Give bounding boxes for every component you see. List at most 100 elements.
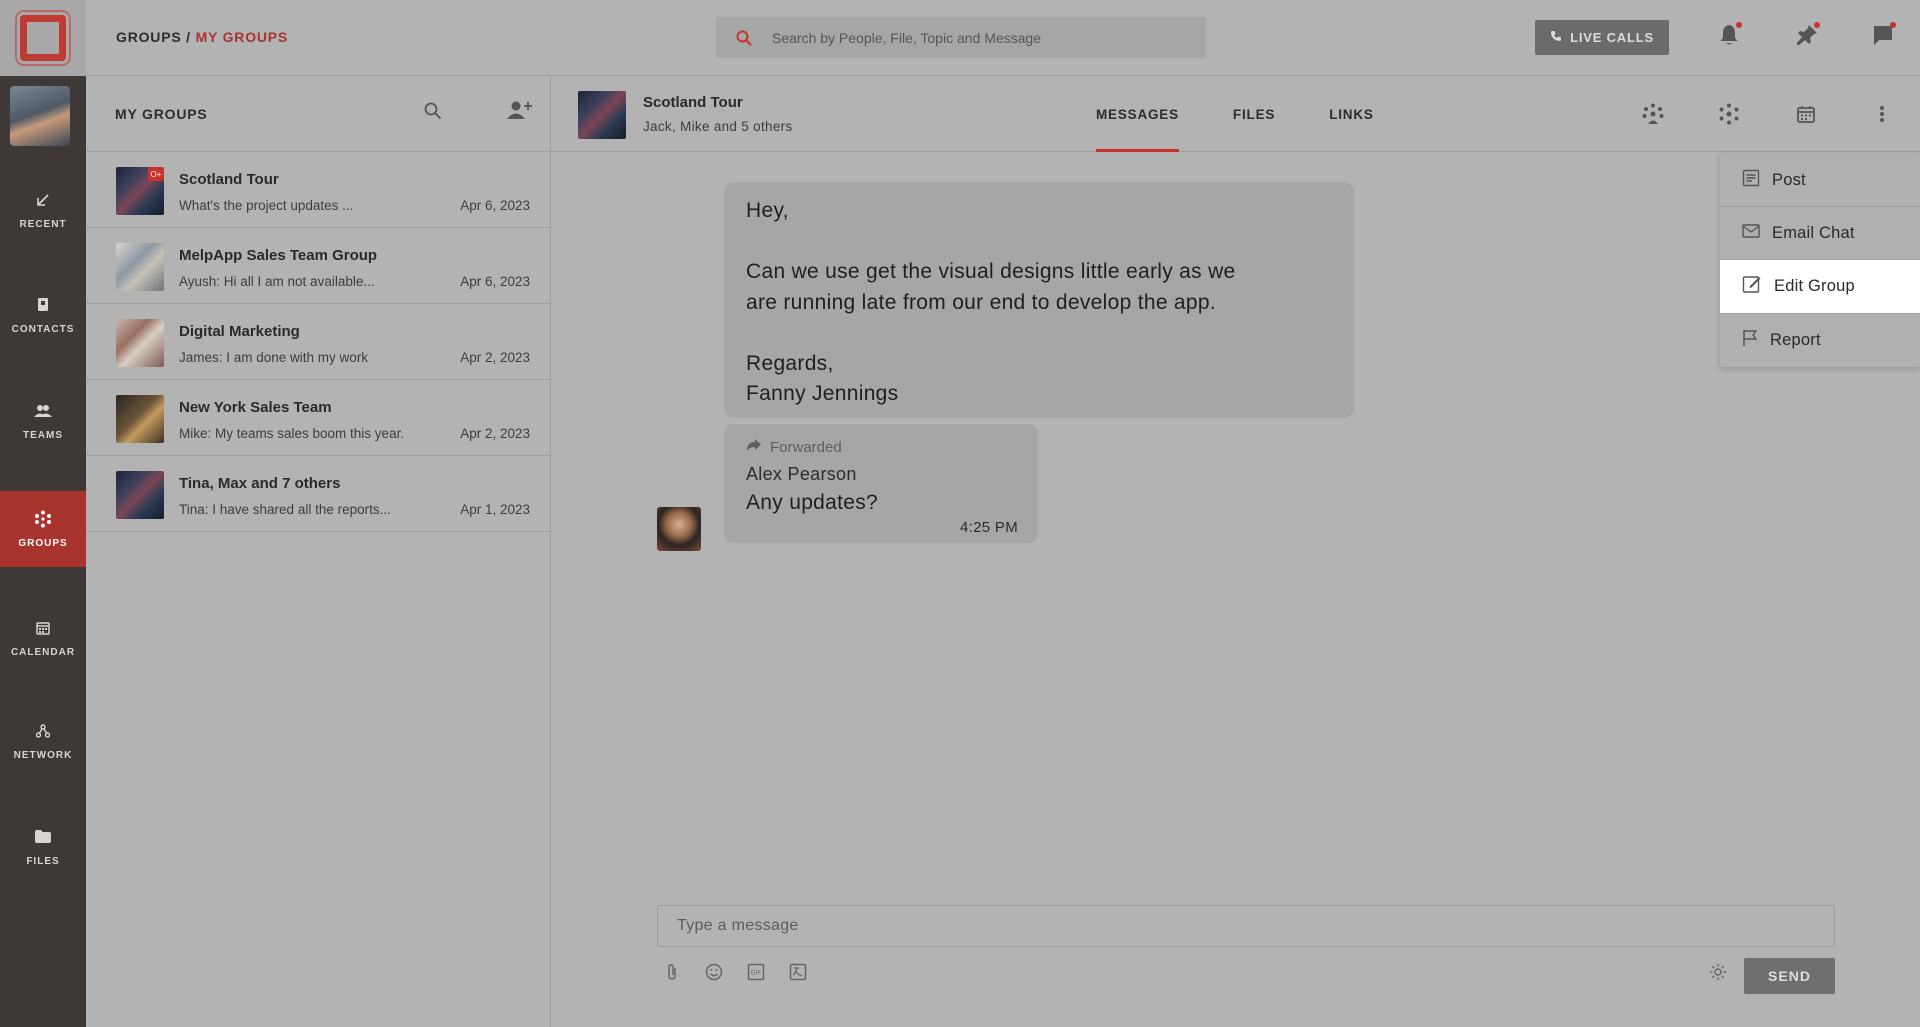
tab-links[interactable]: LINKS [1329,76,1374,152]
folder-icon [34,828,52,846]
group-thumbnail [116,395,164,443]
tab-files[interactable]: FILES [1233,76,1275,152]
left-rail: RECENT CONTACTS TEAMS GROUPS CALENDAR NE… [0,0,86,1027]
message-bubble[interactable]: Hey, Can we use get the visual designs l… [724,182,1354,418]
live-calls-button[interactable]: LIVE CALLS [1535,20,1669,55]
group-list-item[interactable]: Tina, Max and 7 others Tina: I have shar… [86,456,550,532]
menu-item-label: Email Chat [1772,223,1855,242]
more-options-menu: Post Email Chat Edit Group Report [1720,154,1920,367]
message-line: Regards, [746,351,834,375]
more-options-icon[interactable] [1870,102,1894,126]
chat-panel: Scotland Tour Jack, Mike and 5 others ME… [551,76,1920,1027]
group-members-icon[interactable] [1717,102,1741,126]
message-input[interactable] [677,917,1777,935]
pinned-button[interactable] [1792,22,1822,52]
chat-group-name[interactable]: Scotland Tour [643,94,743,111]
forwarded-message-bubble[interactable]: Forwarded Alex Pearson Any updates? 4:25… [724,424,1038,543]
edit-icon [1742,274,1762,299]
rail-item-label: RECENT [19,218,67,230]
group-date: Apr 6, 2023 [460,274,530,289]
schedule-calendar-icon[interactable] [1794,102,1818,126]
group-list-item[interactable]: Digital Marketing James: I am done with … [86,304,550,380]
chat-group-members[interactable]: Jack, Mike and 5 others [643,119,792,134]
notifications-button[interactable] [1714,22,1744,52]
global-search[interactable] [716,17,1206,58]
group-thumbnail: O+ [116,167,164,215]
groups-panel-title: MY GROUPS [115,106,208,122]
sender-avatar[interactable] [657,507,701,551]
group-thumbnail [116,319,164,367]
menu-item-label: Edit Group [1774,277,1855,295]
add-group-member-icon[interactable] [507,100,533,125]
gif-icon[interactable]: GIF [745,961,767,983]
group-thumbnail [116,243,164,291]
group-date: Apr 2, 2023 [460,426,530,441]
group-thumbnail [116,471,164,519]
groups-panel: MY GROUPS O+ Scotland Tour What's the pr… [86,76,551,1027]
forwarded-label: Forwarded [746,438,842,456]
menu-item-label: Report [1770,331,1821,349]
group-list-item[interactable]: MelpApp Sales Team Group Ayush: Hi all I… [86,228,550,304]
message-line: Fanny Jennings [746,382,899,405]
messages-button[interactable] [1868,22,1898,52]
forward-arrow-icon [746,438,762,456]
rail-item-files[interactable]: FILES [0,809,86,885]
message-timestamp: 4:25 PM [960,519,1018,536]
rail-item-recent[interactable]: RECENT [0,172,86,248]
group-name: Scotland Tour [179,171,279,188]
notification-dot [1736,22,1742,28]
user-avatar[interactable] [10,86,70,146]
menu-item-edit-group[interactable]: Edit Group [1720,260,1920,314]
group-date: Apr 6, 2023 [460,198,530,213]
message-line: are running late from our end to develop… [746,290,1217,314]
search-icon [716,30,772,46]
menu-item-post[interactable]: Post [1720,154,1920,207]
group-call-icon[interactable] [1641,102,1665,126]
rail-item-contacts[interactable]: CONTACTS [0,277,86,353]
rail-item-label: CALENDAR [10,646,76,658]
rail-item-network[interactable]: NETWORK [0,703,86,779]
forwarded-sender: Alex Pearson [746,464,857,484]
envelope-icon [1742,223,1760,243]
breadcrumb-separator: / [181,29,196,45]
group-name: Digital Marketing [179,323,300,340]
menu-item-report[interactable]: Report [1720,314,1920,367]
emoji-icon[interactable] [703,961,725,983]
contact-book-icon [34,296,52,314]
forwarded-message-text: Any updates? [746,491,879,514]
menu-item-email-chat[interactable]: Email Chat [1720,207,1920,260]
breadcrumb-current: MY GROUPS [195,29,289,45]
live-calls-label: LIVE CALLS [1570,30,1654,45]
key-badge-icon: O+ [148,167,164,181]
app-logo[interactable] [0,0,86,76]
group-list-item[interactable]: O+ Scotland Tour What's the project upda… [86,152,550,228]
group-last-message: Tina: I have shared all the reports... [179,502,391,517]
forwarded-text: Forwarded [770,438,842,456]
attachment-icon[interactable] [661,961,683,983]
group-list-item[interactable]: New York Sales Team Mike: My teams sales… [86,380,550,456]
send-button[interactable]: SEND [1744,958,1835,994]
composer-settings-icon[interactable] [1707,961,1729,983]
arrow-down-left-icon [34,191,52,209]
group-search-icon[interactable] [424,102,442,125]
messages-dot [1890,22,1896,28]
phone-icon [1550,30,1562,45]
chat-group-thumbnail[interactable] [578,91,626,139]
image-translate-icon[interactable] [787,961,809,983]
team-icon [34,402,52,420]
group-date: Apr 2, 2023 [460,350,530,365]
search-input[interactable] [772,29,1172,46]
bell-icon [1719,24,1739,51]
rail-item-groups[interactable]: GROUPS [0,491,86,567]
message-composer[interactable] [657,905,1835,947]
tab-messages[interactable]: MESSAGES [1096,76,1179,152]
rail-item-label: CONTACTS [11,323,75,335]
rail-item-calendar[interactable]: CALENDAR [0,600,86,676]
group-last-message: Ayush: Hi all I am not available... [179,274,375,289]
calendar-icon [34,619,52,637]
rail-item-teams[interactable]: TEAMS [0,383,86,459]
group-name: New York Sales Team [179,399,332,416]
group-last-message: What's the project updates ... [179,198,354,213]
chat-header: Scotland Tour Jack, Mike and 5 others ME… [551,76,1920,152]
breadcrumb-root[interactable]: GROUPS [116,29,181,45]
